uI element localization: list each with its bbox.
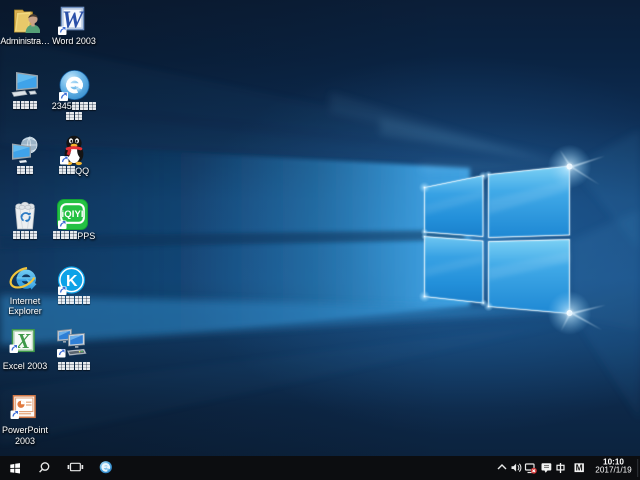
svg-text:K: K — [66, 273, 78, 290]
svg-text:M: M — [576, 462, 583, 472]
svg-text:iQIYI: iQIYI — [62, 209, 84, 220]
svg-text:2017/1/19: 2017/1/19 — [595, 465, 632, 474]
